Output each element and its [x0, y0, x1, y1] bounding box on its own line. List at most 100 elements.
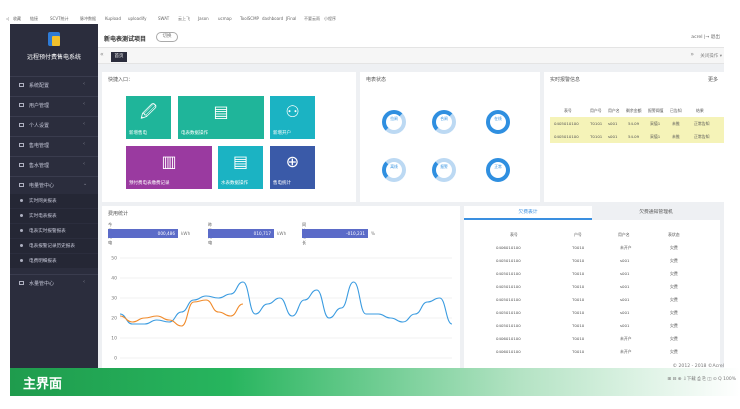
bookmark-0[interactable]: 收藏	[13, 16, 21, 22]
sidebar-item-users[interactable]: 用户管理 ‹	[10, 96, 98, 112]
arrears-row[interactable]: 0406010100 T0010 未开户 欠费	[480, 345, 716, 358]
cell: 未推	[672, 134, 680, 139]
stat-value: 000,486	[108, 229, 178, 238]
status-ring[interactable]: 离线	[382, 158, 406, 182]
monitor-icon	[19, 103, 24, 107]
y-tick-label: 30	[111, 296, 117, 302]
status-ring[interactable]: 在线	[486, 110, 510, 134]
sidebar: 远程预付费售电系统 系统配置 ‹ 用户管理 ‹ 个人设置 ‹ 售电管理 ‹ 售水…	[10, 24, 98, 368]
sidebar-item-system[interactable]: 系统配置 ‹	[10, 76, 98, 92]
arrears-row[interactable]: 0406010100 T0010 未开户 欠费	[480, 241, 716, 254]
bookmark-11[interactable]: dashboard	[262, 16, 283, 21]
bookmark-8[interactable]: Jason	[198, 16, 209, 21]
bookmark-3[interactable]: 脉冲数据	[80, 16, 96, 22]
sidebar-subitem-label: 电表实时报警报表	[29, 229, 66, 234]
col-header: 表号	[510, 232, 518, 237]
status-ring[interactable]: 拉闸	[382, 110, 406, 134]
sidebar-subitem-label: 电表报警记录历史报表	[29, 244, 75, 249]
alarm-more-link[interactable]: 更多	[708, 76, 718, 83]
sidebar-subitem[interactable]: 电表报警记录历史报表	[10, 239, 98, 253]
alarm-row[interactable]: 0405010100 T0101 s001 54.09 采值1 未推 正常告知	[550, 130, 724, 143]
bullet-icon	[20, 244, 23, 247]
arrears-row[interactable]: 0405010100 T0010 s001 欠费	[480, 293, 716, 306]
bookmark-13[interactable]: 不要云雨	[304, 16, 320, 22]
user-add-icon: ⚇	[285, 102, 300, 121]
tile-sales-stats[interactable]: ⊕ 售电统计	[270, 146, 315, 189]
sidebar-subitem[interactable]: 实时网关报表	[10, 194, 98, 208]
arrears-row[interactable]: 0405010100 T0010 s001 欠费	[480, 254, 716, 267]
chevron-left-icon: ‹	[83, 101, 85, 107]
cell: 欠费	[670, 323, 678, 328]
viewer-toolbar[interactable]: ⊞ ⊟ ⊕ ⇩下载 ⎙ ⎘ ◫ ⊙ Q 100%	[667, 376, 736, 382]
y-tick-label: 0	[114, 356, 117, 362]
sidebar-subitem[interactable]: 电费明细报表	[10, 254, 98, 268]
bookmarks-bar: ◁ 收藏 链接 SCVT统计 脉冲数据 Kupload uploadify SW…	[0, 0, 740, 24]
monitor-icon	[19, 83, 24, 87]
arrears-row[interactable]: 0405010100 T0010 s001 欠费	[480, 306, 716, 319]
tile-new-account[interactable]: ⚇ 新增开户	[270, 96, 315, 139]
meter-status-title: 电表状态	[366, 77, 387, 83]
bookmark-1[interactable]: 链接	[30, 16, 38, 22]
col-header: 剩余金额	[626, 108, 642, 113]
user-logout[interactable]: acrel |→ 退出	[691, 34, 720, 40]
cell: 欠费	[670, 284, 678, 289]
tile-new-sale[interactable]: 🖉 新增售电	[126, 96, 171, 139]
arrears-row[interactable]: 0405010100 T0010 s001 欠费	[480, 319, 716, 332]
bookmark-4[interactable]: Kupload	[105, 16, 121, 21]
sidebar-item-sales[interactable]: 售电管理 ‹	[10, 136, 98, 152]
bullet-icon	[20, 199, 23, 202]
sidebar-subitem[interactable]: 电表实时报警报表	[10, 224, 98, 238]
tile-water-data[interactable]: ▤ 水表数据操作	[218, 146, 263, 189]
arrears-row[interactable]: 0406010100 T0010 未开户 欠费	[480, 332, 716, 345]
tile-meter-data[interactable]: ▤ 电表数据操作	[178, 96, 264, 139]
sidebar-item-power-center[interactable]: 电量管中心 ⌄	[10, 176, 98, 192]
tab-arrears[interactable]: 欠费表计	[464, 206, 592, 220]
bookmark-14[interactable]: 小程序	[324, 16, 336, 22]
bookmark-5[interactable]: uploadify	[128, 16, 146, 21]
arrears-table: 表号 户号 用户名 表状态 0406010100 T0010 未开户 欠费 04050…	[480, 228, 716, 358]
sidebar-item-water-center[interactable]: 水量管中心 ‹	[10, 274, 98, 290]
app-name: 远程预付费售电系统	[26, 54, 81, 61]
cell: 欠费	[670, 271, 678, 276]
alarm-row[interactable]: 0405010100 T0101 s001 54.09 采值1 未推 正常告知	[550, 117, 724, 130]
bookmark-12[interactable]: JFinal	[286, 16, 296, 21]
cell: T0010	[572, 310, 585, 315]
tab-bar: « 首页 » 关闭操作 ▾	[98, 48, 724, 64]
tab-home[interactable]: 首页	[111, 52, 127, 62]
sidebar-subitem[interactable]: 实时电表报表	[10, 209, 98, 223]
bookmark-9[interactable]: ucmap	[218, 16, 232, 21]
arrears-row[interactable]: 0405010100 T0010 s001 欠费	[480, 267, 716, 280]
col-header: 表状态	[668, 232, 680, 237]
logo	[10, 28, 98, 50]
col-header: 户号	[574, 232, 582, 237]
switch-project-button[interactable]: 切换	[156, 32, 178, 42]
bookmark-6[interactable]: SWAT	[158, 16, 169, 21]
meter-status-panel: 电表状态 拉闸 合闸 在线 离线 报警 正常	[360, 72, 540, 202]
tile-prepaid-records[interactable]: ▥ 预付费电表缴费记录	[126, 146, 212, 189]
alarm-table: 表号 用户号 用户名 剩余金额 报警阈值 已告知 结果 0405010100 T…	[550, 104, 724, 143]
bookmark-10[interactable]: ToolSCMP	[240, 16, 259, 21]
sidebar-item-personal[interactable]: 个人设置 ‹	[10, 116, 98, 132]
tab-arrears-notify[interactable]: 欠费通知管理机	[592, 206, 720, 220]
page-header: 新电表测试项目 切换 acrel |→ 退出	[98, 24, 724, 48]
arrears-row[interactable]: 0405010100 T0010 s001 欠费	[480, 280, 716, 293]
cell: 欠费	[670, 336, 678, 341]
cell: 0405010100	[496, 258, 521, 263]
bookmark-2[interactable]: SCVT统计	[50, 16, 69, 22]
sidebar-item-water[interactable]: 售水管理 ‹	[10, 156, 98, 172]
status-ring[interactable]: 报警	[432, 158, 456, 182]
close-operations-menu[interactable]: 关闭操作 ▾	[700, 53, 722, 59]
tile-label: 新增开户	[273, 131, 291, 136]
cell: 0405010100	[496, 284, 521, 289]
y-tick-label: 40	[111, 276, 117, 282]
bookmark-7[interactable]: 云上飞	[178, 16, 190, 22]
statistics-panel: 费用统计 今日用电 000,486 kWh 昨日用电 010,717 kWh 同…	[102, 206, 460, 368]
back-icon[interactable]: ◁	[6, 16, 9, 21]
cell: 0405010100	[554, 134, 579, 139]
tab-scroll-right-icon[interactable]: »	[690, 51, 694, 58]
pen-icon: 🖉	[139, 102, 158, 121]
col-header: 报警阈值	[648, 108, 664, 113]
status-ring[interactable]: 合闸	[432, 110, 456, 134]
status-ring[interactable]: 正常	[486, 158, 510, 182]
tab-scroll-left-icon[interactable]: «	[100, 51, 104, 58]
